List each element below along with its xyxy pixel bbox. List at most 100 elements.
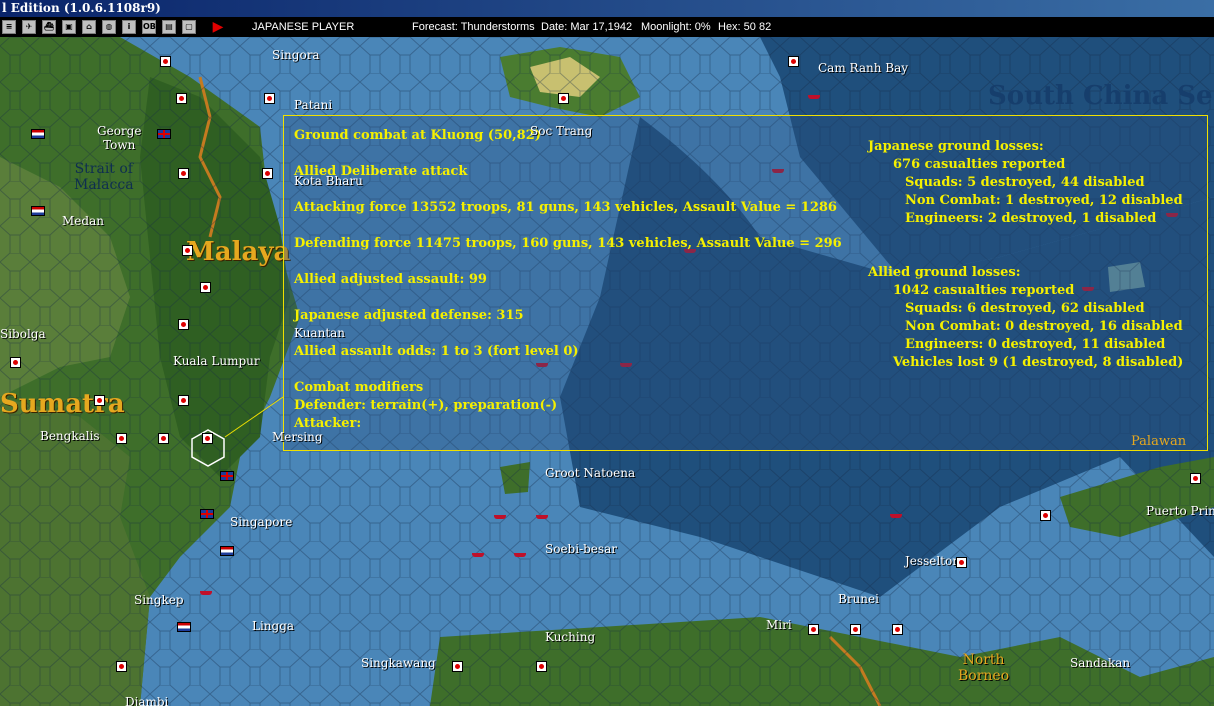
player-label: JAPANESE PLAYER	[252, 21, 355, 33]
ship-marker[interactable]	[808, 95, 820, 99]
label-north-borneo: North Borneo	[958, 652, 1010, 684]
label-palawan: Palawan	[1131, 434, 1187, 449]
label-george-town: George Town	[97, 124, 142, 152]
label-groot-natoena: Groot Natoena	[545, 466, 636, 480]
ship-marker[interactable]	[200, 591, 212, 595]
ship-marker[interactable]	[536, 515, 548, 519]
unit-marker[interactable]	[808, 624, 819, 635]
aircraft-button[interactable]: ✈	[22, 20, 36, 34]
british-flag-icon[interactable]	[200, 509, 214, 519]
label-kota-bharu-visible: Kota Bharu	[294, 174, 363, 188]
unit-marker[interactable]	[264, 93, 275, 104]
label-singora: Singora	[272, 48, 320, 62]
info-icon: i	[127, 22, 131, 31]
unit-marker[interactable]	[178, 168, 189, 179]
label-sumatra: Sumatra	[0, 389, 125, 419]
unit-marker[interactable]	[200, 282, 211, 293]
japanese-engineers: Engineers: 2 destroyed, 1 disabled	[905, 211, 1157, 226]
japanese-losses-heading: Japanese ground losses:	[868, 139, 1044, 154]
british-flag-icon[interactable]	[220, 471, 234, 481]
unit-marker[interactable]	[850, 624, 861, 635]
japanese-adjusted-defense: Japanese adjusted defense: 315	[294, 308, 524, 323]
aircraft-icon: ✈	[25, 22, 33, 31]
unit-marker[interactable]	[892, 624, 903, 635]
label-medan: Medan	[62, 214, 104, 228]
hex-label: Hex: 50 82	[718, 21, 772, 33]
unit-marker[interactable]	[116, 661, 127, 672]
dutch-flag-icon[interactable]	[220, 546, 234, 556]
label-bengkalis: Bengkalis	[40, 429, 100, 443]
window-button[interactable]: ▢	[182, 20, 196, 34]
label-patani: Patani	[294, 98, 333, 112]
ground-unit-button[interactable]: ▣	[62, 20, 76, 34]
label-south-china-sea: South China Se	[988, 81, 1213, 111]
unit-marker[interactable]	[202, 433, 213, 444]
unit-marker[interactable]	[1190, 473, 1201, 484]
attacking-force: Attacking force 13552 troops, 81 guns, 1…	[294, 200, 837, 215]
date-label: Date: Mar 17,1942	[541, 21, 633, 33]
info-button[interactable]: i	[122, 20, 136, 34]
toolbar: ≡ ✈ ⛴ ▣ ⌂ ◍ i OB ▤ ▢ ▶ JAPANESE PLAYER F…	[0, 17, 1214, 37]
unit-marker[interactable]	[182, 245, 193, 256]
dutch-flag-icon[interactable]	[31, 129, 45, 139]
allied-vehicles-lost: Vehicles lost 9 (1 destroyed, 8 disabled…	[893, 355, 1184, 370]
globe-button[interactable]: ◍	[102, 20, 116, 34]
japanese-casualties: 676 casualties reported	[893, 157, 1066, 172]
unit-marker[interactable]	[956, 557, 967, 568]
unit-marker[interactable]	[788, 56, 799, 67]
window-title: l Edition (1.0.6.1108r9)	[2, 1, 161, 15]
unit-marker[interactable]	[158, 433, 169, 444]
ship-button[interactable]: ⛴	[42, 20, 56, 34]
window-icon: ▢	[185, 22, 193, 31]
unit-marker[interactable]	[1040, 510, 1051, 521]
label-malaya: Malaya	[186, 237, 291, 267]
label-mersing: Mersing	[272, 430, 323, 444]
japanese-squads: Squads: 5 destroyed, 44 disabled	[905, 175, 1145, 190]
label-cam-ranh-bay: Cam Ranh Bay	[818, 61, 909, 75]
label-kuala-lumpur: Kuala Lumpur	[173, 354, 260, 368]
unit-marker[interactable]	[94, 395, 105, 406]
unit-marker[interactable]	[116, 433, 127, 444]
unit-marker[interactable]	[176, 93, 187, 104]
window-title-bar: l Edition (1.0.6.1108r9)	[0, 0, 1214, 17]
japanese-non-combat: Non Combat: 1 destroyed, 12 disabled	[905, 193, 1183, 208]
allied-engineers: Engineers: 0 destroyed, 11 disabled	[905, 337, 1166, 352]
defender-modifiers: Defender: terrain(+), preparation(-)	[294, 398, 558, 413]
combat-modifiers-heading: Combat modifiers	[294, 380, 424, 395]
moonlight-label: Moonlight: 0%	[641, 21, 711, 33]
ship-marker[interactable]	[494, 515, 506, 519]
unit-marker[interactable]	[452, 661, 463, 672]
base-button[interactable]: ⌂	[82, 20, 96, 34]
label-singkawang: Singkawang	[361, 656, 436, 670]
allied-losses-heading: Allied ground losses:	[868, 265, 1021, 280]
label-kuantan: Kuantan	[294, 326, 346, 340]
unit-marker[interactable]	[536, 661, 547, 672]
dutch-flag-icon[interactable]	[31, 206, 45, 216]
reports-button[interactable]: ▤	[162, 20, 176, 34]
ship-marker[interactable]	[472, 553, 484, 557]
label-soc-trang-visible: Soc Trang	[530, 124, 593, 138]
base-icon: ⌂	[86, 22, 92, 31]
unit-marker[interactable]	[160, 56, 171, 67]
dutch-flag-icon[interactable]	[177, 622, 191, 632]
unit-marker[interactable]	[558, 93, 569, 104]
label-sibolga: Sibolga	[0, 327, 46, 341]
unit-marker[interactable]	[178, 395, 189, 406]
label-sandakan: Sandakan	[1070, 656, 1131, 670]
ship-marker[interactable]	[890, 514, 902, 518]
order-of-battle-button[interactable]: OB	[142, 20, 156, 34]
allied-adjusted-assault: Allied adjusted assault: 99	[294, 272, 487, 287]
label-soebi-besar: Soebi-besar	[545, 542, 617, 556]
combat-report-panel[interactable]: Ground combat at Kluong (50,82) Allied D…	[283, 115, 1208, 451]
ship-icon: ⛴	[43, 22, 55, 31]
unit-marker[interactable]	[10, 357, 21, 368]
ship-marker[interactable]	[514, 553, 526, 557]
unit-marker[interactable]	[262, 168, 273, 179]
menu-button[interactable]: ≡	[2, 20, 16, 34]
label-puerto-princesa: Puerto Prin	[1146, 504, 1214, 518]
ground-unit-icon: ▣	[65, 22, 73, 31]
end-turn-icon[interactable]: ▶	[210, 19, 226, 35]
british-flag-icon[interactable]	[157, 129, 171, 139]
label-strait-of-malacca: Strait of Malacca	[74, 161, 134, 193]
unit-marker[interactable]	[178, 319, 189, 330]
